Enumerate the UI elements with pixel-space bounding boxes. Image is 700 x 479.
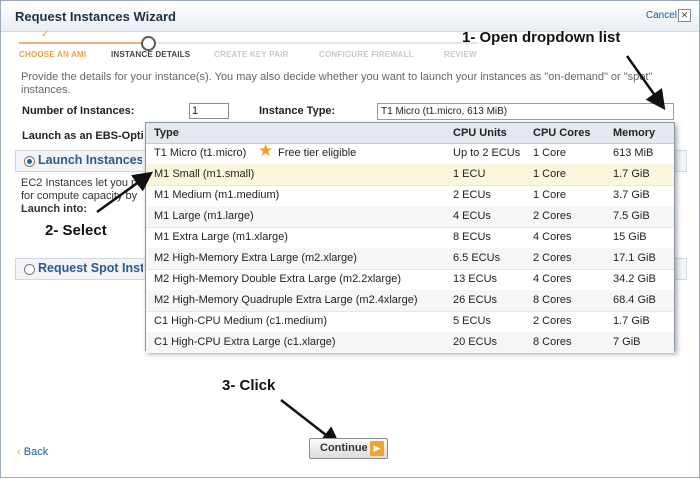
back-label: Back — [23, 446, 49, 458]
arrow-to-continue-icon — [280, 399, 341, 447]
arrow-to-dropdown-icon — [625, 55, 666, 111]
back-link[interactable]: ‹ Back — [17, 446, 48, 458]
continue-label: Continue — [320, 442, 368, 454]
annotation-arrows — [96, 55, 666, 447]
back-arrow-icon: ‹ — [17, 446, 21, 458]
continue-button[interactable]: Continue ▶ — [309, 438, 388, 459]
request-instances-wizard: Request Instances Wizard Cancel ✕ ✓ CHOO… — [0, 0, 700, 478]
arrow-to-selection-icon — [96, 171, 154, 214]
arrow-right-icon: ▶ — [370, 441, 384, 456]
